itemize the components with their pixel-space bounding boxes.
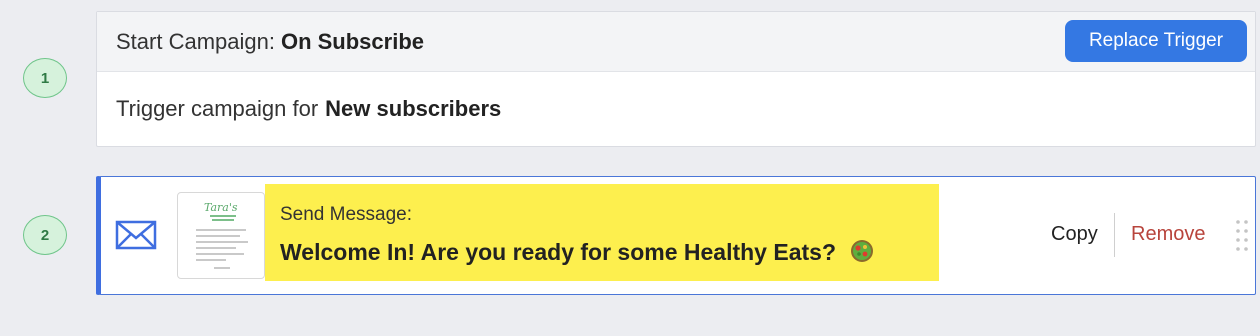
preview-text-line bbox=[196, 253, 244, 255]
step-number-1: 1 bbox=[23, 58, 67, 98]
preview-text-line bbox=[214, 267, 230, 269]
salad-bowl-icon bbox=[851, 240, 874, 262]
preview-text-line bbox=[196, 259, 226, 261]
envelope-icon bbox=[115, 220, 157, 250]
message-title: Welcome In! Are you ready for some Healt… bbox=[280, 239, 874, 266]
trigger-header-value: On Subscribe bbox=[280, 28, 425, 54]
message-label: Send Message: bbox=[280, 204, 413, 225]
send-message-card[interactable]: Tara's Send Message: Welcome In! Are you… bbox=[96, 176, 1256, 295]
preview-text-line bbox=[196, 241, 248, 243]
tara-logo-text: Tara's bbox=[204, 201, 238, 214]
preview-text-line bbox=[196, 235, 240, 237]
trigger-header-prefix: Start Campaign: bbox=[116, 28, 275, 54]
preview-text-line bbox=[196, 247, 236, 249]
replace-trigger-button[interactable]: Replace Trigger bbox=[1065, 20, 1247, 62]
drag-handle-icon[interactable] bbox=[1235, 219, 1249, 251]
trigger-body-prefix: Trigger campaign for bbox=[116, 96, 319, 121]
remove-button[interactable]: Remove bbox=[1131, 223, 1205, 246]
actions-divider bbox=[1114, 213, 1115, 257]
email-preview-thumbnail[interactable]: Tara's bbox=[177, 192, 265, 279]
step-number-2: 2 bbox=[23, 215, 67, 255]
copy-button[interactable]: Copy bbox=[1051, 223, 1098, 246]
message-summary[interactable]: Send Message: Welcome In! Are you ready … bbox=[265, 184, 939, 281]
trigger-header: Start Campaign: On Subscribe Replace Tri… bbox=[97, 12, 1255, 72]
message-title-text: Welcome In! Are you ready for some Healt… bbox=[280, 239, 836, 265]
preview-text-line bbox=[196, 229, 246, 231]
trigger-card: Start Campaign: On Subscribe Replace Tri… bbox=[96, 11, 1256, 147]
trigger-body-value: New subscribers bbox=[325, 96, 502, 121]
trigger-body: Trigger campaign for New subscribers bbox=[97, 72, 1255, 146]
tara-logo: Tara's bbox=[204, 201, 238, 221]
